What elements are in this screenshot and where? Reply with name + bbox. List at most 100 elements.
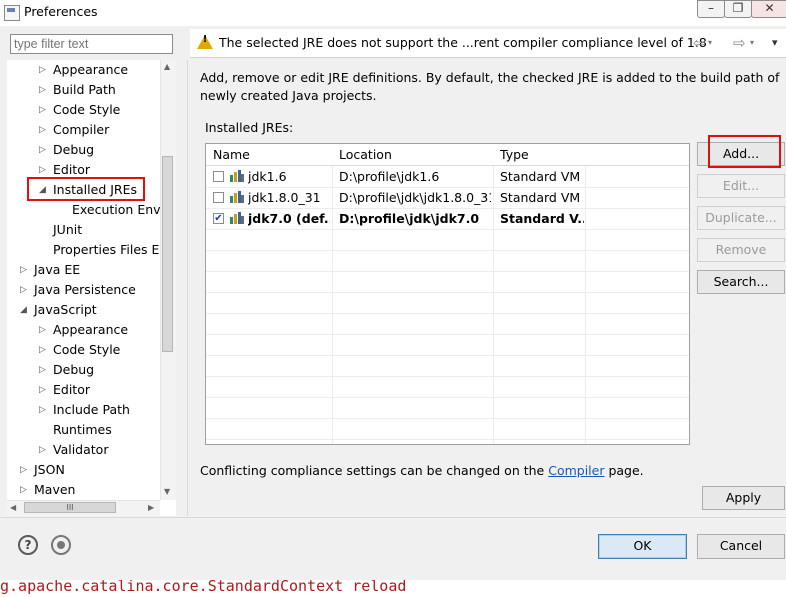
expand-arrow-icon[interactable]: ▷: [39, 440, 46, 460]
scroll-down-arrow-icon[interactable]: ▼: [164, 487, 170, 496]
expand-arrow-icon[interactable]: ▷: [20, 280, 27, 300]
apply-button[interactable]: Apply: [702, 486, 785, 510]
jre-library-icon: [230, 191, 244, 203]
help-icon[interactable]: ?: [18, 535, 38, 555]
scroll-up-arrow-icon[interactable]: ▲: [164, 62, 170, 71]
table-row[interactable]: jdk1.6 D:\profile\jdk1.6 Standard VM: [206, 166, 689, 187]
table-row[interactable]: jdk1.8.0_31 D:\profile\jdk\jdk1.8.0_31 Sta…: [206, 187, 689, 208]
grid-line: [206, 271, 689, 272]
tree-item[interactable]: ▷ Validator: [7, 440, 176, 460]
tree-item[interactable]: JUnit: [7, 220, 176, 240]
back-arrow-icon[interactable]: ⇦: [693, 34, 706, 52]
compiler-link[interactable]: Compiler: [548, 463, 604, 478]
grid-line: [206, 208, 689, 209]
edit-button[interactable]: Edit...: [697, 174, 785, 198]
tree-horizontal-scroll-thumb[interactable]: III: [24, 502, 116, 513]
tree-item[interactable]: ▷ Editor: [7, 380, 176, 400]
installed-jres-label: Installed JREs:: [205, 120, 294, 135]
scroll-right-arrow-icon[interactable]: ▶: [148, 503, 154, 512]
tree-item-label: JavaScript: [34, 302, 97, 317]
tree-item-label: Code Style: [53, 342, 121, 357]
tree-item[interactable]: ▷ Appearance: [7, 60, 176, 80]
expand-arrow-icon[interactable]: ▷: [39, 100, 46, 120]
tree-item[interactable]: ◢ JavaScript: [7, 300, 176, 320]
tree-item-label: Include Path: [53, 402, 130, 417]
tree-item[interactable]: ▷ Maven: [7, 480, 176, 500]
tree-item-label: Java Persistence: [34, 282, 136, 297]
expand-arrow-icon[interactable]: ▷: [39, 320, 46, 340]
tree-item[interactable]: ▷ Java Persistence: [7, 280, 176, 300]
warning-icon-mark: !: [202, 34, 208, 45]
tree-item[interactable]: ▷ Compiler: [7, 120, 176, 140]
tree-item[interactable]: ▷ Debug: [7, 360, 176, 380]
collapse-arrow-icon[interactable]: ◢: [20, 300, 27, 320]
table-row[interactable]: ✔ jdk7.0 (def... D:\profile\jdk\jdk7.0 Stan…: [206, 208, 689, 229]
row-checkbox[interactable]: [213, 192, 224, 203]
cell-name: jdk7.0 (def...: [248, 211, 330, 226]
tree-item-label: Debug: [53, 362, 95, 377]
expand-arrow-icon[interactable]: ▷: [39, 380, 46, 400]
scroll-left-arrow-icon[interactable]: ◀: [10, 503, 16, 512]
close-button[interactable]: ✕: [751, 0, 786, 18]
back-dropdown-icon[interactable]: ▾: [708, 38, 712, 47]
tree-item-label: Build Path: [53, 82, 116, 97]
tree-item[interactable]: Execution Envir: [7, 200, 176, 220]
record-icon[interactable]: [51, 535, 71, 555]
expand-arrow-icon[interactable]: ▷: [39, 60, 46, 80]
expand-arrow-icon[interactable]: ▷: [20, 260, 27, 280]
tree-item[interactable]: ▷ Code Style: [7, 100, 176, 120]
tree-item[interactable]: ▷ JSON: [7, 460, 176, 480]
grid-line: [206, 376, 689, 377]
grid-line: [206, 355, 689, 356]
warning-message: The selected JRE does not support the ..…: [219, 35, 707, 50]
grid-line: [206, 397, 689, 398]
expand-arrow-icon[interactable]: ▷: [20, 480, 27, 500]
jre-table: Name Location Type jdk1.6 D:\profile\jdk1…: [205, 143, 690, 445]
view-menu-icon[interactable]: ▾: [772, 36, 778, 49]
tree-item-label: Validator: [53, 442, 109, 457]
column-header-type[interactable]: Type: [493, 144, 586, 166]
column-header-name[interactable]: Name: [206, 144, 333, 166]
row-checkbox[interactable]: [213, 171, 224, 182]
forward-dropdown-icon[interactable]: ▾: [750, 38, 754, 47]
tree-item-label: Appearance: [53, 62, 129, 77]
tree-item[interactable]: ▷ Debug: [7, 140, 176, 160]
tree-item[interactable]: ▷ Code Style: [7, 340, 176, 360]
tree-item[interactable]: ▷ Appearance: [7, 320, 176, 340]
tree-item[interactable]: ▷ Include Path: [7, 400, 176, 420]
jre-library-icon: [230, 212, 244, 224]
filter-input[interactable]: [10, 34, 173, 54]
tree-item-label: Code Style: [53, 102, 121, 117]
maximize-button[interactable]: ❐: [724, 0, 752, 18]
expand-arrow-icon[interactable]: ▷: [39, 360, 46, 380]
tree-item-label: JSON: [34, 462, 65, 477]
cancel-button[interactable]: Cancel: [697, 534, 785, 559]
grid-line: [206, 187, 689, 188]
expand-arrow-icon[interactable]: ▷: [39, 120, 46, 140]
expand-arrow-icon[interactable]: ▷: [39, 140, 46, 160]
expand-arrow-icon[interactable]: ▷: [20, 460, 27, 480]
duplicate-button[interactable]: Duplicate...: [697, 206, 785, 230]
grid-line: [206, 439, 689, 440]
remove-button[interactable]: Remove: [697, 238, 785, 262]
expand-arrow-icon[interactable]: ▷: [39, 80, 46, 100]
tree-item[interactable]: ▷ Build Path: [7, 80, 176, 100]
pane-divider[interactable]: [187, 60, 188, 516]
preference-tree: ▷ Appearance ▷ Build Path ▷ Code Style ▷ Compil…: [7, 60, 176, 516]
cell-type: Standard V...: [500, 211, 584, 226]
column-header-location[interactable]: Location: [332, 144, 494, 166]
tree-item[interactable]: Properties Files Ec: [7, 240, 176, 260]
ok-button[interactable]: OK: [598, 534, 687, 559]
tree-vertical-scroll-thumb[interactable]: [162, 156, 173, 352]
search-button[interactable]: Search...: [697, 270, 785, 294]
expand-arrow-icon[interactable]: ▷: [39, 340, 46, 360]
row-checkbox[interactable]: ✔: [213, 213, 224, 224]
tree-item[interactable]: Runtimes: [7, 420, 176, 440]
expand-arrow-icon[interactable]: ▷: [39, 400, 46, 420]
forward-arrow-icon[interactable]: ⇨: [733, 34, 746, 52]
grid-line: [206, 229, 689, 230]
tree-item[interactable]: ▷ Java EE: [7, 260, 176, 280]
tree-item-label: Appearance: [53, 322, 129, 337]
compliance-note-prefix: Conflicting compliance settings can be c…: [200, 463, 549, 478]
minimize-button[interactable]: –: [697, 0, 725, 18]
